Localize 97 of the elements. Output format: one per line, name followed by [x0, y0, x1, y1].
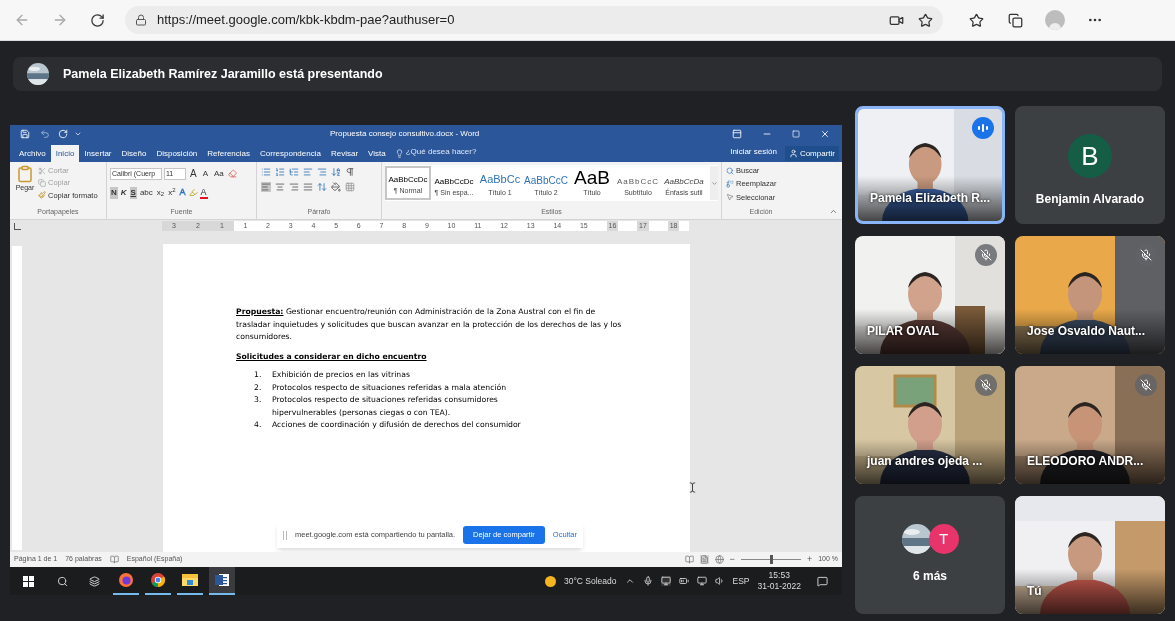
pilcrow-icon[interactable] — [345, 167, 355, 177]
clipboard-icon — [16, 165, 34, 183]
url-text: https://meet.google.com/kbk-kbdm-pae?authuser=0 — [157, 11, 455, 30]
reload-icon[interactable] — [90, 12, 105, 28]
search-icon — [726, 166, 734, 175]
avatar: T — [928, 524, 959, 554]
drag-handle-icon[interactable] — [283, 530, 287, 540]
participant-tile[interactable]: B Benjamin Alvarado — [1015, 106, 1165, 224]
web-layout-icon[interactable] — [714, 555, 724, 564]
sort-icon[interactable] — [331, 167, 341, 177]
undo-icon[interactable] — [40, 129, 50, 139]
avatar: B — [1068, 134, 1112, 178]
ribbon-tab[interactable]: Insertar — [79, 145, 117, 162]
fox-logo-icon[interactable] — [118, 572, 134, 588]
customize-caret-icon[interactable] — [74, 130, 82, 138]
input-language[interactable]: ESP — [732, 574, 750, 588]
sign-in-link[interactable]: Iniciar sesión — [730, 146, 777, 158]
sun-icon[interactable] — [544, 575, 556, 587]
pointer-icon — [726, 193, 734, 202]
tab-stop-icon[interactable] — [14, 222, 21, 230]
ribbon-tab[interactable]: Correspondencia — [255, 145, 326, 162]
print-layout-icon[interactable] — [699, 555, 709, 564]
participant-tile[interactable]: Tú — [1015, 496, 1165, 614]
restore-icon[interactable] — [792, 130, 800, 138]
zoom-in-button[interactable]: + — [806, 552, 813, 567]
taskbar-app[interactable] — [209, 567, 235, 595]
font-size-button[interactable]: A — [200, 167, 210, 180]
format-button[interactable]: x$_{2}$ — [155, 186, 166, 199]
word-app-icon[interactable] — [214, 572, 230, 588]
text-cursor-icon — [687, 482, 698, 493]
ribbon-tab[interactable]: Referencias — [202, 145, 255, 162]
ribbon-display-icon[interactable] — [732, 129, 742, 139]
format-button[interactable]: x$^{2}$ — [167, 186, 177, 199]
shading-icon[interactable] — [331, 182, 341, 192]
ribbon-tab[interactable]: Disposición — [151, 145, 203, 162]
participant-tile[interactable]: T 6 más — [855, 496, 1005, 614]
paintbrush-icon — [38, 191, 46, 200]
zoom-out-button[interactable]: − — [729, 552, 735, 567]
font-size-button[interactable]: Aa — [212, 167, 226, 180]
speaker-icon[interactable] — [714, 576, 725, 586]
presenting-text: Pamela Elizabeth Ramírez Jaramillo está presentando — [63, 65, 383, 83]
favorites-icon[interactable] — [969, 12, 984, 28]
text-effects-button[interactable]: A — [178, 186, 187, 200]
close-icon[interactable] — [820, 129, 830, 139]
participant-tile[interactable]: ELEODORO ANDR... — [1015, 366, 1165, 484]
multilevel-list-icon[interactable] — [289, 167, 299, 177]
font-size-button[interactable]: A — [188, 166, 199, 181]
format-button[interactable]: S — [129, 186, 137, 199]
participant-name: Jose Osvaldo Naut... — [1027, 323, 1146, 340]
scissors-icon — [38, 166, 46, 175]
clock-date[interactable]: 31-01-2022 — [757, 581, 801, 592]
lock-icon[interactable] — [135, 14, 147, 26]
lightbulb-icon — [394, 149, 404, 158]
folder-icon[interactable] — [182, 573, 198, 587]
format-button[interactable]: abc — [138, 186, 154, 199]
ribbon-tab[interactable]: Archivo — [14, 145, 51, 162]
search-icon[interactable] — [57, 575, 68, 587]
person-icon — [788, 149, 798, 158]
add-favorite-icon[interactable] — [918, 12, 933, 28]
participant-tile[interactable]: Jose Osvaldo Naut... — [1015, 236, 1165, 354]
ribbon-tab[interactable]: Vista — [363, 145, 391, 162]
window-title: Propuesta consejo consultivo.docx - Word — [330, 128, 480, 140]
proofing-icon[interactable] — [109, 555, 119, 564]
participant-tile[interactable]: juan andres ojeda ... — [855, 366, 1005, 484]
replace-icon — [726, 179, 734, 188]
collections-icon[interactable] — [1008, 12, 1023, 28]
copy-icon — [38, 178, 46, 187]
participant-name: Tú — [1027, 583, 1042, 600]
format-button[interactable]: K — [119, 186, 128, 199]
clock-time[interactable]: 15:53 — [768, 570, 790, 581]
participant-name: ELEODORO ANDR... — [1027, 453, 1144, 470]
chrome-logo-icon[interactable] — [150, 572, 166, 588]
microphone-icon[interactable] — [642, 576, 653, 586]
line-spacing-icon[interactable] — [317, 182, 327, 192]
more-participants-label: 6 más — [913, 568, 947, 585]
notifications-icon[interactable] — [817, 575, 828, 587]
weather-text[interactable]: 30°C Soleado — [563, 574, 617, 588]
ribbon-tab[interactable]: Revisar — [325, 145, 364, 162]
format-button[interactable]: N — [110, 186, 118, 199]
chevron-up-icon[interactable] — [624, 576, 635, 586]
tell-me-field[interactable]: ¿Qué desea hacer? — [405, 146, 477, 158]
zoom-slider-thumb[interactable] — [769, 555, 773, 564]
ribbon-tab[interactable]: Diseño — [116, 145, 152, 162]
collapse-ribbon-icon[interactable] — [829, 207, 838, 216]
network-icon[interactable] — [696, 576, 707, 586]
address-bar[interactable]: https://meet.google.com/kbk-kbdm-pae?authuser=0 — [125, 6, 943, 34]
read-mode-icon[interactable] — [684, 555, 694, 564]
windows-logo-icon[interactable] — [23, 575, 34, 587]
share-button[interactable]: Compartir — [784, 146, 839, 161]
participant-name: juan andres ojeda ... — [867, 453, 983, 470]
ribbon-tab[interactable]: Inicio — [50, 145, 80, 162]
font-color-button[interactable]: A — [199, 186, 208, 199]
battery-icon[interactable] — [678, 576, 689, 586]
redo-icon[interactable] — [58, 129, 68, 139]
screen-share-icon[interactable] — [660, 576, 671, 586]
save-icon[interactable] — [20, 129, 30, 139]
participant-name: Benjamin Alvarado — [1035, 191, 1145, 208]
